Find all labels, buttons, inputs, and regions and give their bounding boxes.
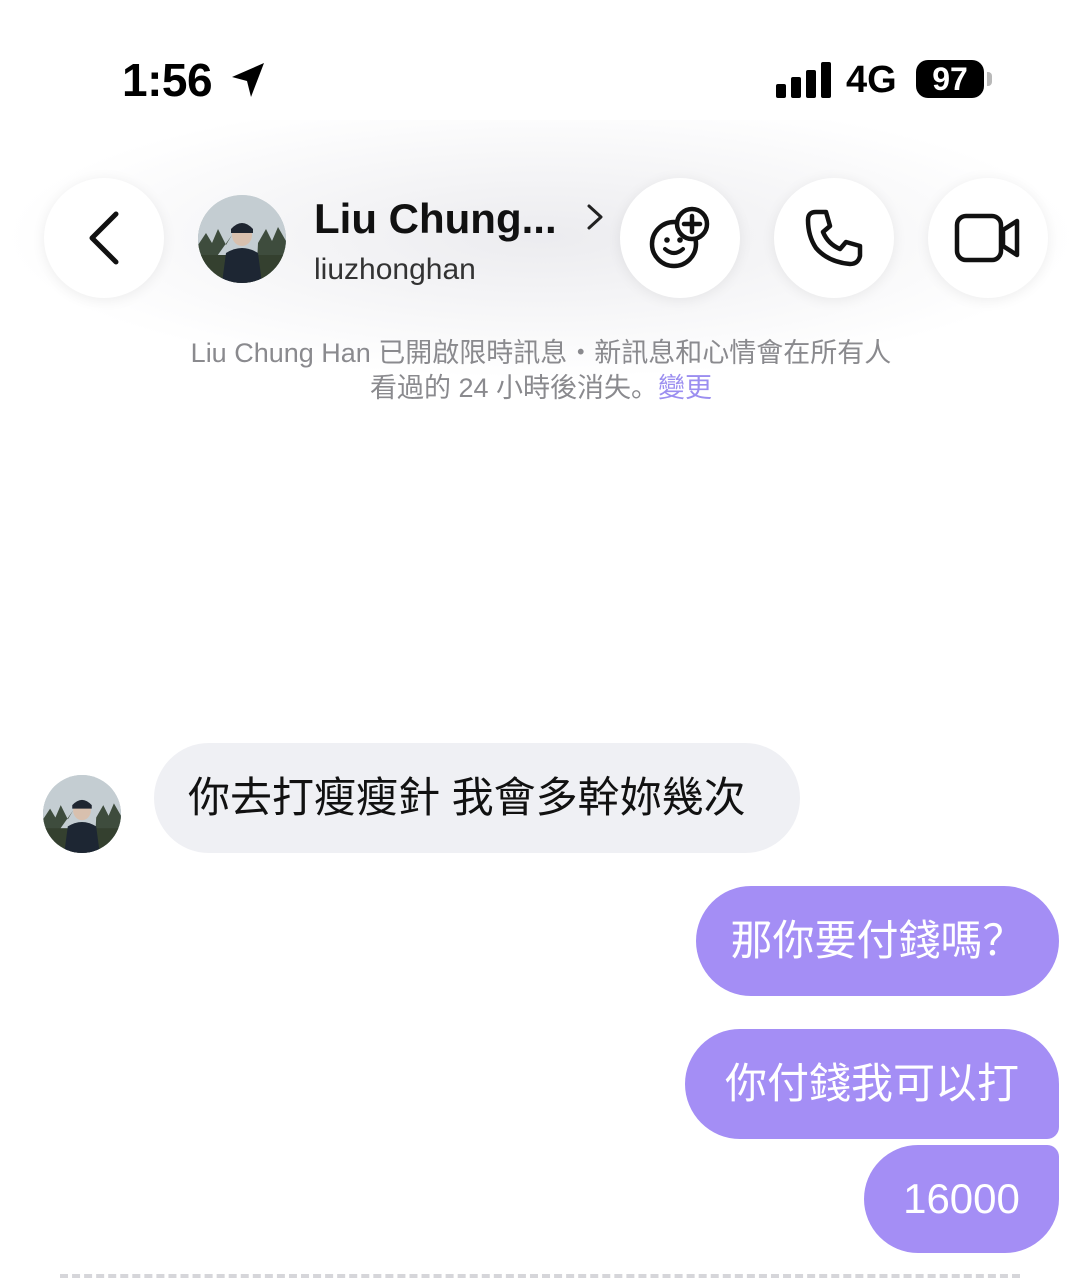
avatar-photo (43, 775, 121, 853)
effects-button[interactable] (620, 178, 740, 298)
disappearing-notice-line1: Liu Chung Han 已開啟限時訊息・新訊息和心情會在所有人 (190, 338, 892, 368)
back-button[interactable] (44, 178, 164, 298)
network-type: 4G (846, 59, 897, 101)
change-link[interactable]: 變更 (658, 373, 712, 403)
video-call-button[interactable] (928, 178, 1048, 298)
message-bubble-outgoing[interactable]: 你付錢我可以打 (685, 1029, 1059, 1139)
contact-avatar[interactable] (198, 195, 286, 283)
sender-avatar[interactable] (43, 775, 121, 853)
effects-icon (649, 206, 710, 269)
message-bubble-outgoing[interactable]: 16000 (864, 1145, 1059, 1253)
message-bubble-incoming[interactable]: 你去打瘦瘦針 我會多幹妳幾次 (154, 743, 800, 853)
video-camera-icon (954, 213, 1020, 263)
battery-icon: 97 (916, 60, 984, 98)
contact-name[interactable]: Liu Chung... (314, 193, 557, 245)
contact-username[interactable]: liuzhonghan (314, 250, 476, 290)
battery-tip (987, 72, 992, 86)
message-bubble-outgoing[interactable]: 那你要付錢嗎？ (696, 886, 1059, 996)
chevron-right-icon[interactable] (584, 202, 606, 232)
phone-icon (805, 209, 863, 267)
back-chevron-icon (89, 211, 119, 265)
audio-call-button[interactable] (774, 178, 894, 298)
composer-divider (60, 1274, 1020, 1278)
disappearing-notice-text: 看過的 24 小時後消失。 (369, 373, 659, 403)
signal-bars-icon (776, 62, 831, 98)
status-time: 1:56 (122, 54, 213, 106)
location-arrow-icon (232, 63, 264, 97)
avatar-photo (198, 195, 286, 283)
disappearing-notice-line2: 看過的 24 小時後消失。變更 (100, 370, 982, 406)
